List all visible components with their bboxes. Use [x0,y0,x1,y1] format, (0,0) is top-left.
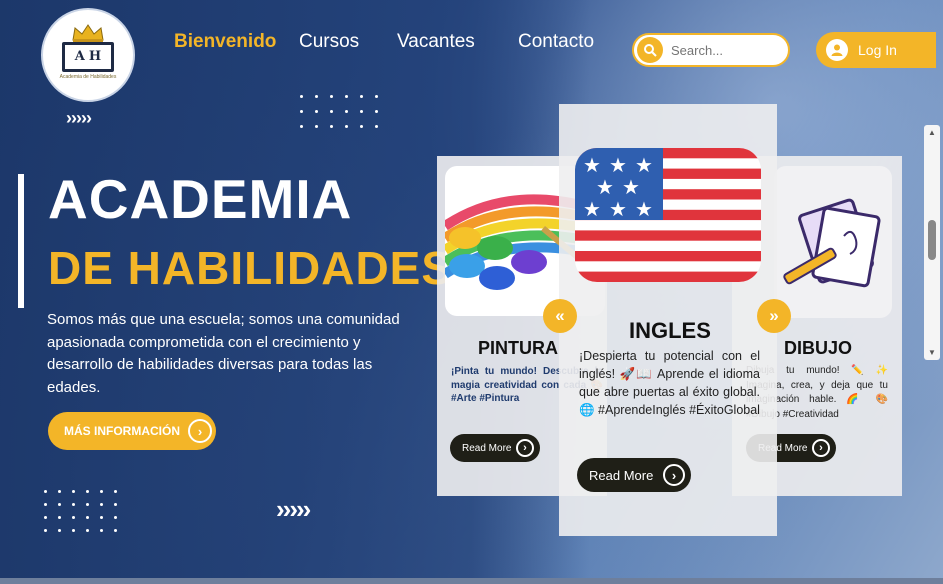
course-card-ingles: ★ ★ ★ ★ ★ ★ ★ ★ INGLES ¡Despierta tu potencia… [559,104,777,536]
headline-accent-bar [18,174,24,308]
scroll-up-icon[interactable]: ▲ [928,128,936,137]
drawing-image [774,166,892,318]
usa-flag-image: ★ ★ ★ ★ ★ ★ ★ ★ [575,148,761,282]
crown-icon [72,23,104,42]
more-info-label: MÁS INFORMACIÓN [64,424,180,438]
svg-text:★: ★ [609,153,627,177]
logo-letter-h: H [88,49,102,65]
search-input[interactable] [671,42,783,58]
hero-description: Somos más que una escuela; somos una com… [47,311,400,396]
book-icon: A H [62,41,114,72]
bottom-strip [0,578,943,584]
carousel-next-button[interactable]: » [757,299,791,333]
scroll-down-icon[interactable]: ▼ [928,348,936,357]
scrollbar-thumb[interactable] [928,220,936,260]
logo-letter-a: A [74,49,85,65]
user-icon [826,39,848,61]
arrow-right-icon: › [516,439,534,457]
carousel-prev-button[interactable]: « [543,299,577,333]
card-title-dibujo: DIBUJO [784,338,853,358]
arrow-right-icon: › [188,419,212,443]
svg-text:★: ★ [583,197,601,221]
svg-text:★: ★ [635,153,653,177]
more-info-button[interactable]: MÁS INFORMACIÓN › [48,412,216,450]
svg-text:★: ★ [583,153,601,177]
dot-grid-decoration-top [300,95,378,128]
nav-item-contacto[interactable]: Contacto [518,31,594,53]
card-title-ingles: INGLES [629,318,711,343]
search-bar [632,33,790,67]
read-more-button-pintura[interactable]: Read More › [450,434,540,462]
svg-text:★: ★ [609,197,627,221]
login-label: Log In [858,42,897,58]
arrow-right-icon: › [812,439,830,457]
arrow-right-icon: › [663,464,685,486]
nav-item-vacantes[interactable]: Vacantes [397,31,475,53]
svg-text:★: ★ [622,175,640,199]
read-more-label: Read More [462,442,512,454]
svg-text:★: ★ [635,197,653,221]
academy-logo[interactable]: A H Academia de Habilidades [41,8,135,102]
search-icon[interactable] [637,37,663,63]
dot-grid-decoration-bottom [44,490,117,532]
page-scrollbar[interactable]: ▲ ▼ [924,125,940,360]
nav-item-cursos[interactable]: Cursos [299,31,359,53]
hero-title-line2: DE HABILIDADES [48,242,454,294]
card-text-ingles: ¡Despierta tu potencial con el inglés! 🚀… [579,349,760,417]
hero-title-line1: ACADEMIA [48,168,353,230]
svg-text:★: ★ [596,175,614,199]
chevrons-decoration-bottom: ››››› [276,494,311,524]
logo-subtitle: Academia de Habilidades [59,73,117,80]
login-button[interactable]: Log In [816,32,936,68]
chevrons-decoration-top: ››››› [66,108,92,128]
card-title-pintura: PINTURA [478,338,558,358]
read-more-button-ingles[interactable]: Read More › [577,458,691,492]
nav-item-bienvenido[interactable]: Bienvenido [174,31,276,53]
read-more-label: Read More [589,467,654,483]
